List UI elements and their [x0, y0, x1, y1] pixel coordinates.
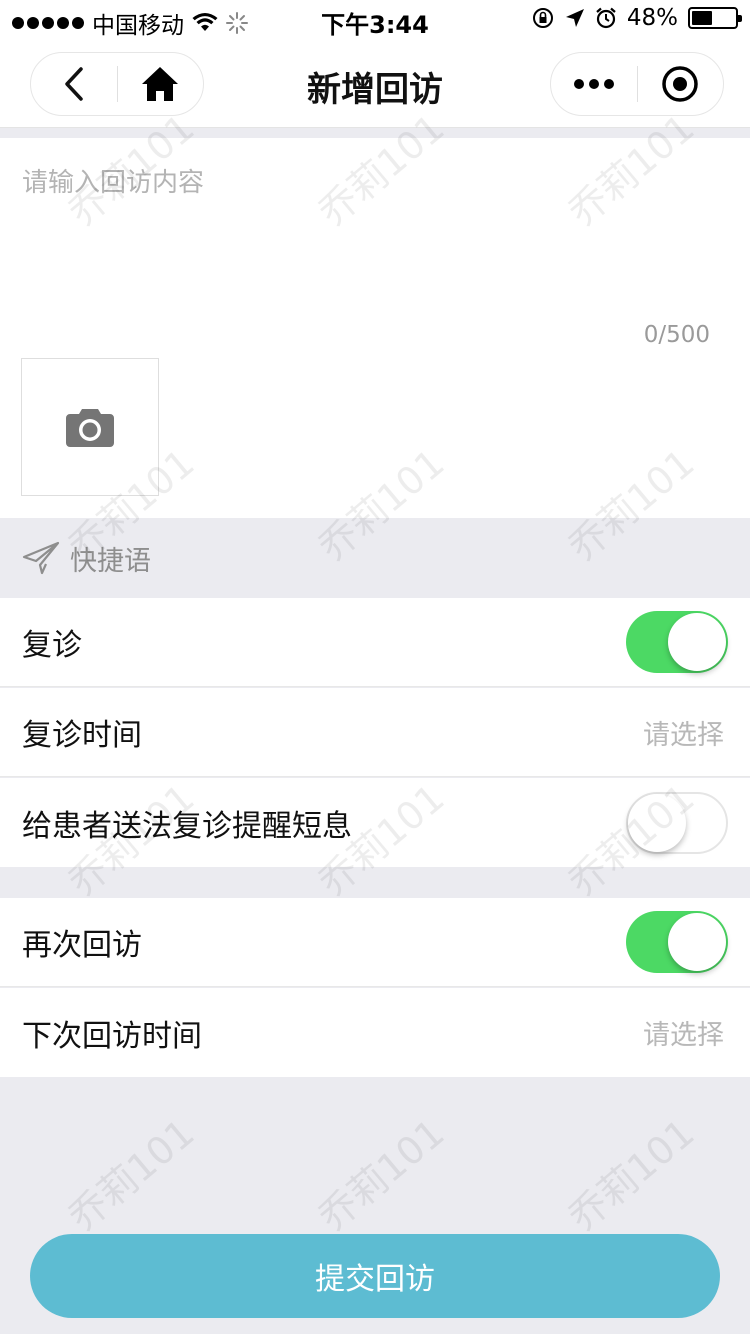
sms-reminder-label: 给患者送法复诊提醒短息 [22, 808, 352, 844]
alarm-icon [596, 7, 616, 29]
revisit-time-picker[interactable]: 请选择 [643, 713, 724, 752]
battery-percent: 48% [626, 5, 678, 31]
next-follow-up-time-label: 下次回访时间 [22, 1018, 202, 1054]
status-bar: 中国移动 下午3:44 48% [0, 0, 750, 40]
submit-button[interactable]: 提交回访 [30, 1234, 720, 1318]
row-sms-reminder: 给患者送法复诊提醒短息 [0, 778, 750, 867]
char-counter: 0/500 [643, 322, 710, 348]
toggle-knob [668, 613, 726, 671]
watermark: 乔莉101 [310, 1110, 453, 1240]
toggle-knob [628, 793, 686, 852]
paper-plane-icon [22, 541, 60, 575]
row-follow-up-again: 再次回访 [0, 898, 750, 987]
add-photo-button[interactable] [21, 358, 159, 496]
battery-icon [688, 7, 742, 29]
close-miniprogram-button[interactable] [638, 53, 724, 115]
more-button[interactable] [551, 53, 637, 115]
watermark: 乔莉101 [60, 1110, 203, 1240]
watermark: 乔莉101 [560, 1110, 703, 1240]
nav-capsule-right [550, 52, 724, 116]
follow-up-again-label: 再次回访 [22, 928, 142, 963]
location-arrow-icon [565, 9, 584, 27]
content-editor[interactable]: 请输入回访内容 0/500 [0, 138, 750, 518]
rotation-lock-icon [532, 8, 553, 28]
target-icon [662, 66, 698, 102]
sms-reminder-toggle[interactable] [626, 791, 728, 854]
toggle-knob [668, 913, 726, 971]
status-right: 48% [531, 5, 742, 31]
battery-fill [692, 11, 713, 25]
row-revisit: 复诊 [0, 598, 750, 687]
nav-bar: 新增回访 [0, 40, 750, 128]
revisit-label: 复诊 [22, 628, 82, 663]
revisit-toggle[interactable] [626, 611, 728, 673]
section-gap [0, 128, 750, 138]
follow-up-again-toggle[interactable] [626, 911, 728, 973]
row-next-follow-up-time[interactable]: 下次回访时间 请选择 [0, 988, 750, 1077]
row-revisit-time[interactable]: 复诊时间 请选择 [0, 688, 750, 777]
quick-phrase-bar[interactable]: 快捷语 [0, 518, 750, 598]
content-input-placeholder[interactable]: 请输入回访内容 [22, 162, 204, 199]
quick-phrase-label: 快捷语 [70, 545, 151, 577]
more-dots-icon [573, 79, 614, 89]
revisit-time-label: 复诊时间 [22, 718, 142, 753]
camera-icon [66, 409, 114, 447]
next-follow-up-time-picker[interactable]: 请选择 [643, 1013, 724, 1052]
